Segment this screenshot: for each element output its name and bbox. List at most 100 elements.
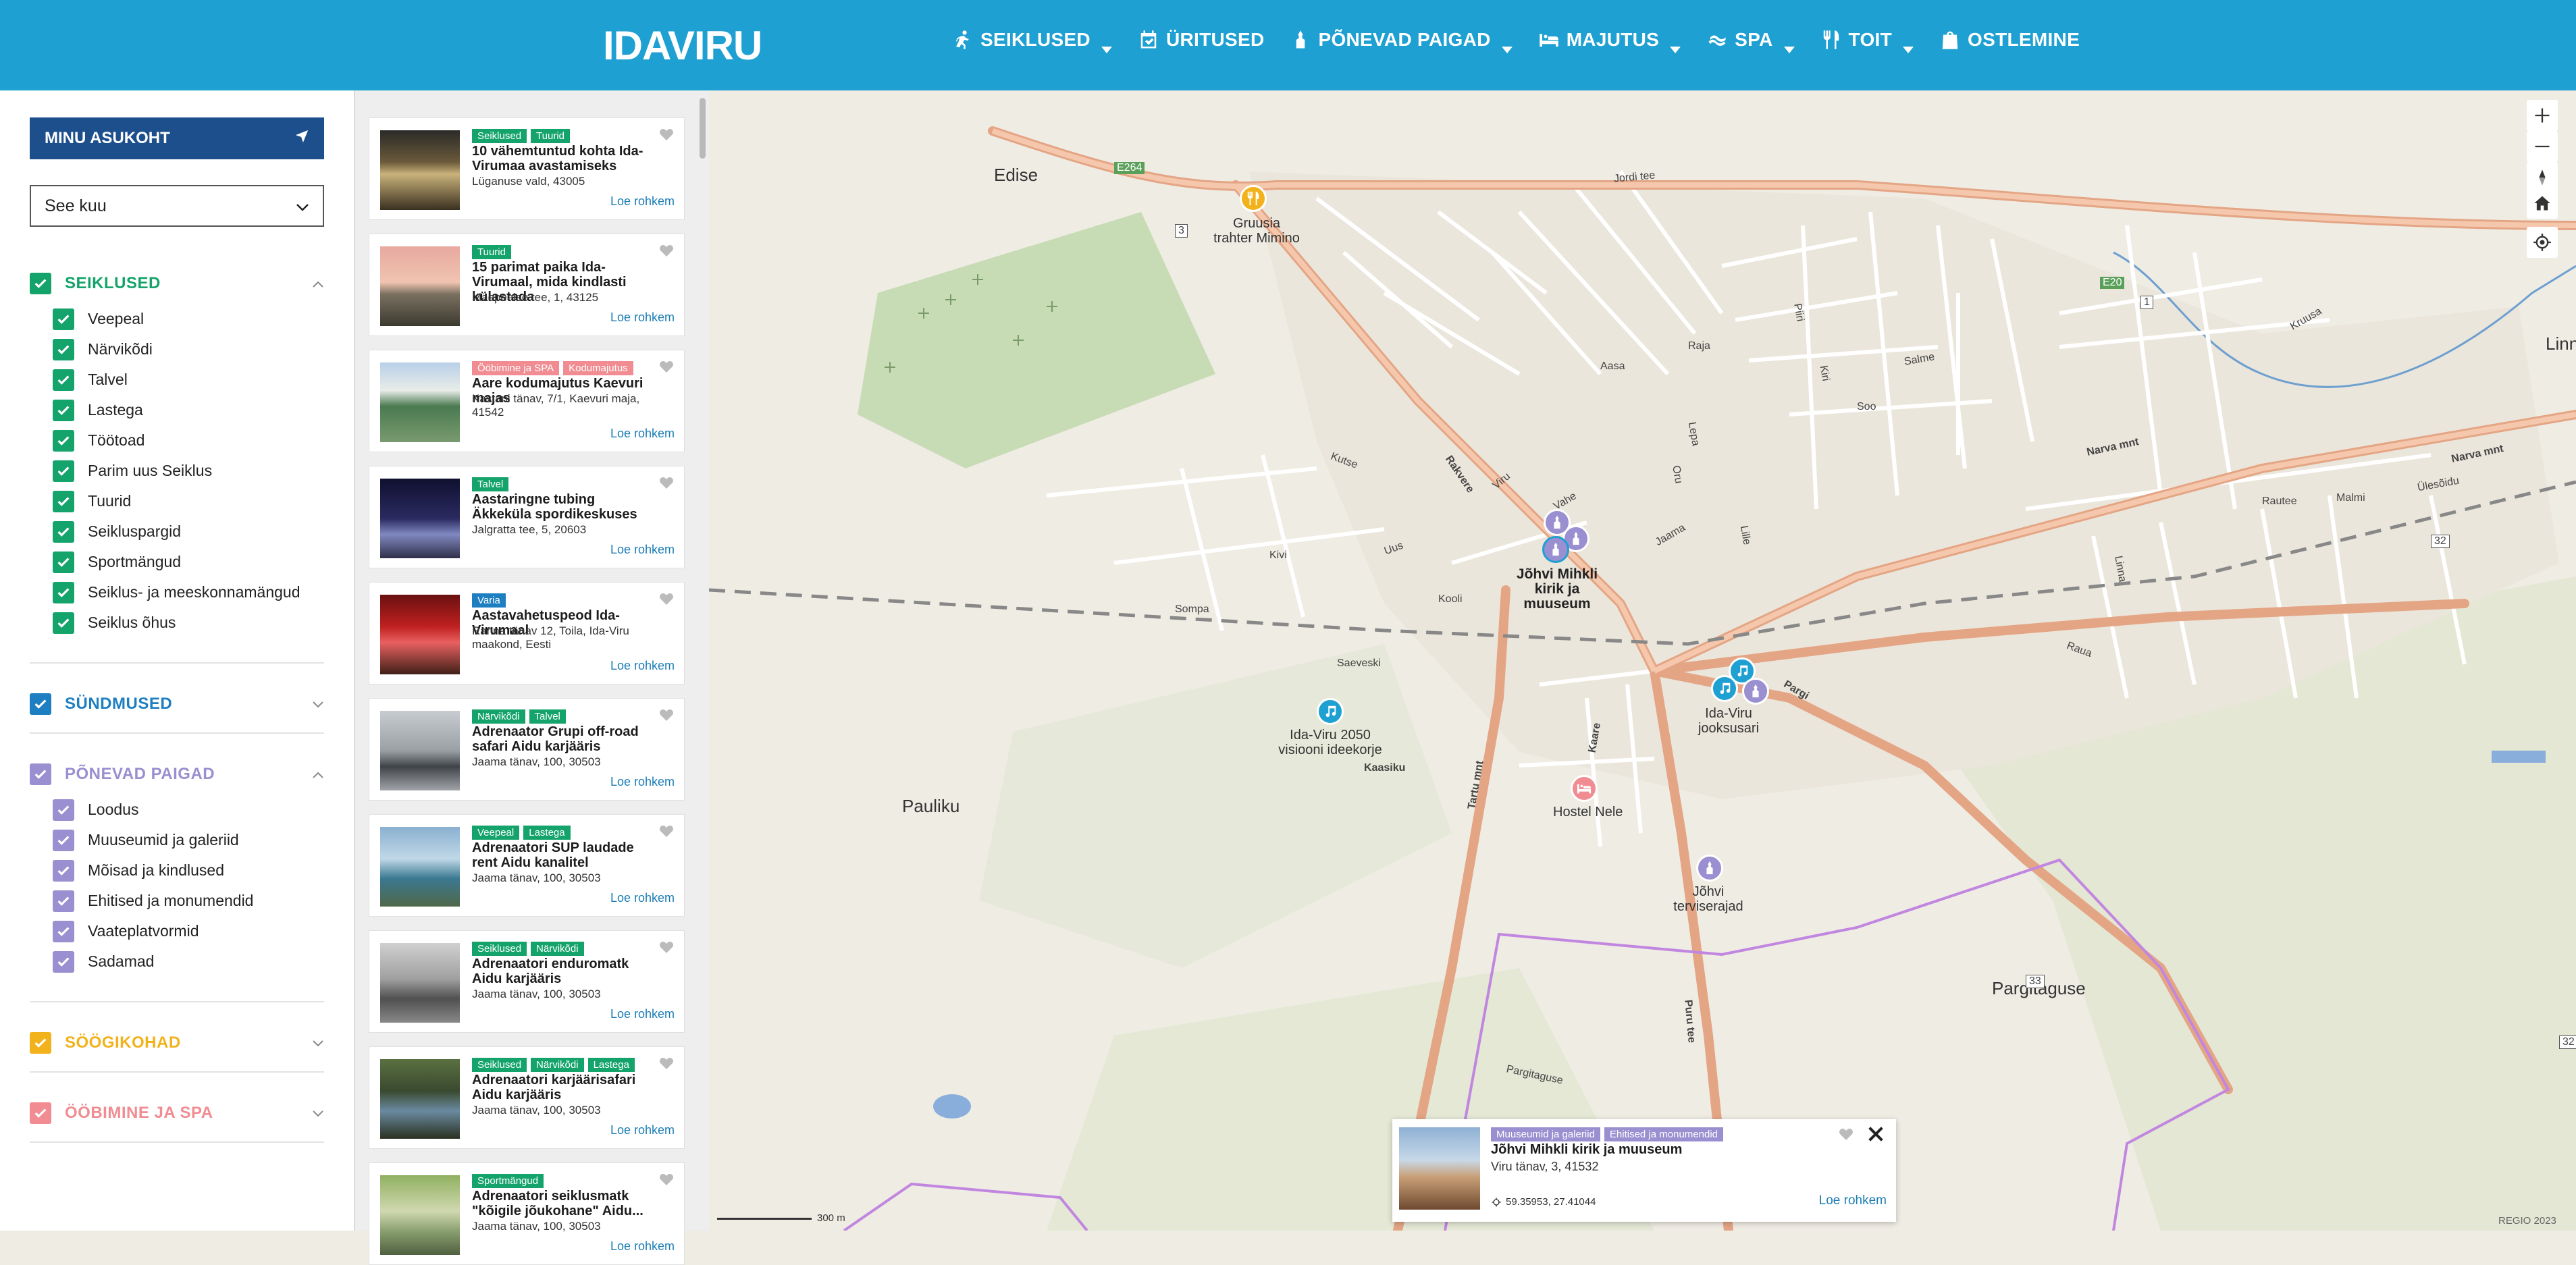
checkbox[interactable] (53, 460, 74, 482)
filter-option[interactable]: Sportmängud (53, 547, 324, 577)
date-range-select[interactable]: See kuu (30, 185, 324, 227)
card-title[interactable]: Adrenaatori enduromatk Aidu karjääris (472, 957, 654, 986)
read-more-link[interactable]: Loe rohkem (610, 659, 675, 673)
card-title[interactable]: Adrenaatori SUP laudade rent Aidu kanali… (472, 840, 654, 870)
site-logo[interactable]: IDAVIRU (603, 20, 762, 71)
checkbox[interactable] (53, 338, 74, 360)
read-more-link[interactable]: Loe rohkem (610, 1007, 675, 1021)
read-more-link[interactable]: Loe rohkem (610, 543, 675, 557)
chevron-up-icon[interactable] (312, 274, 324, 293)
filter-option[interactable]: Loodus (53, 795, 324, 825)
filter-option[interactable]: Muuseumid ja galeriid (53, 825, 324, 855)
checkbox[interactable] (30, 693, 51, 715)
result-card[interactable]: Seiklused Närvikõdi Lastega Adrenaatori kar… (369, 1046, 685, 1149)
poi-marker[interactable] (1696, 855, 1723, 882)
filter-group-header[interactable]: ÖÖBIMINE JA SPA (30, 1093, 324, 1133)
heart-icon[interactable] (658, 591, 675, 605)
checkbox[interactable] (53, 490, 74, 512)
result-card[interactable]: Närvikõdi Talvel Adrenaator Grupi off-road… (369, 698, 685, 801)
result-card[interactable]: Seiklused Tuurid 10 vähemtuntud kohta Ida-… (369, 117, 685, 220)
filter-option[interactable]: Parim uus Seiklus (53, 456, 324, 486)
read-more-link[interactable]: Loe rohkem (610, 775, 675, 789)
checkbox[interactable] (53, 950, 74, 973)
card-image[interactable] (380, 479, 460, 558)
checkbox[interactable] (30, 1032, 51, 1054)
filter-option[interactable]: Lastega (53, 395, 324, 425)
heart-icon[interactable] (658, 823, 675, 838)
filter-option[interactable]: Tuurid (53, 486, 324, 516)
filter-option[interactable]: Seikluspargid (53, 516, 324, 547)
zoom-in-button[interactable] (2527, 100, 2558, 131)
filter-option[interactable]: Vaateplatvormid (53, 916, 324, 946)
checkbox[interactable] (53, 551, 74, 573)
nav-spa[interactable]: SPA (1706, 29, 1795, 53)
checkbox[interactable] (53, 612, 74, 634)
card-image[interactable] (380, 1175, 460, 1255)
heart-icon[interactable] (658, 707, 675, 722)
filter-option[interactable]: Seiklus õhus (53, 608, 324, 638)
result-card[interactable]: Varia Aastavahetuspeod Ida-Virumaal Ranna … (369, 582, 685, 684)
card-title[interactable]: Adrenaatori seiklusmatk "kõigile jõukoha… (472, 1189, 654, 1218)
poi-marker[interactable] (1317, 698, 1344, 725)
read-more-link[interactable]: Loe rohkem (610, 891, 675, 905)
chevron-down-icon[interactable] (312, 1104, 324, 1123)
checkbox[interactable] (53, 399, 74, 421)
read-more-link[interactable]: Loe rohkem (610, 427, 675, 441)
read-more-link[interactable]: Loe rohkem (610, 194, 675, 209)
result-card[interactable]: Veepeal Lastega Adrenaatori SUP laudade re… (369, 814, 685, 917)
checkbox[interactable] (53, 369, 74, 391)
result-card[interactable]: Seiklused Närvikõdi Adrenaatori enduromatk… (369, 930, 685, 1033)
nav-toit[interactable]: TOIT (1820, 29, 1914, 53)
heart-icon[interactable] (658, 242, 675, 257)
chevron-down-icon[interactable] (312, 695, 324, 714)
checkbox[interactable] (30, 763, 51, 785)
result-card[interactable]: Tuurid 15 parimat paika Ida-Virumaal, mid… (369, 234, 685, 336)
filter-option[interactable]: Talvel (53, 365, 324, 395)
card-image[interactable] (380, 246, 460, 326)
close-icon[interactable] (1866, 1125, 1885, 1143)
checkbox[interactable] (53, 581, 74, 603)
zoom-out-button[interactable] (2527, 131, 2558, 162)
read-more-link[interactable]: Loe rohkem (610, 1123, 675, 1137)
heart-icon[interactable] (658, 939, 675, 954)
checkbox[interactable] (30, 273, 51, 294)
filter-option[interactable]: Sadamad (53, 946, 324, 977)
filter-group-header[interactable]: SÖÖGIKOHAD (30, 1023, 324, 1063)
heart-icon[interactable] (658, 358, 675, 373)
checkbox[interactable] (53, 799, 74, 821)
filter-option[interactable]: Mõisad ja kindlused (53, 855, 324, 886)
my-location-button[interactable]: MINU ASUKOHT (30, 117, 324, 159)
result-card[interactable]: Ööbimine ja SPA Kodumajutus Aare kodumajut… (369, 350, 685, 452)
card-image[interactable] (380, 711, 460, 790)
nav-ponevad-paigad[interactable]: PÕNEVAD PAIGAD (1290, 29, 1513, 53)
card-title[interactable]: 10 vähemtuntud kohta Ida-Virumaa avastam… (472, 144, 654, 173)
checkbox[interactable] (30, 1102, 51, 1124)
result-card[interactable]: Talvel Aastaringne tubing Äkkeküla spordi… (369, 466, 685, 568)
card-title[interactable]: Aastaringne tubing Äkkeküla spordikeskus… (472, 492, 654, 522)
poi-marker[interactable] (1240, 185, 1267, 212)
home-button[interactable] (2527, 188, 2558, 219)
poi-marker[interactable] (1742, 678, 1769, 705)
checkbox[interactable] (53, 308, 74, 330)
heart-icon[interactable] (658, 475, 675, 489)
nav-majutus[interactable]: MAJUTUS (1538, 29, 1681, 53)
checkbox[interactable] (53, 859, 74, 882)
list-scrollbar[interactable] (700, 98, 706, 159)
poi-marker[interactable] (1571, 775, 1598, 802)
heart-icon[interactable] (1838, 1126, 1854, 1141)
checkbox[interactable] (53, 520, 74, 543)
map-canvas[interactable]: Edise Pauliku Pargitaguse Linna Narva mn… (709, 90, 2576, 1231)
filter-option[interactable]: Töötoad (53, 425, 324, 456)
chevron-up-icon[interactable] (312, 765, 324, 784)
filter-group-header[interactable]: SÜNDMUSED (30, 684, 324, 724)
popup-read-more-link[interactable]: Loe rohkem (1819, 1193, 1887, 1208)
chevron-down-icon[interactable] (312, 1033, 324, 1052)
heart-icon[interactable] (658, 1171, 675, 1186)
card-title[interactable]: Adrenaator Grupi off-road safari Aidu ka… (472, 724, 654, 754)
nav-ostlemine[interactable]: OSTLEMINE (1939, 29, 2080, 51)
filter-option[interactable]: Seiklus- ja meeskonnamängud (53, 577, 324, 608)
card-title[interactable]: Adrenaatori karjäärisafari Aidu karjääri… (472, 1073, 654, 1102)
locate-me-button[interactable] (2527, 227, 2558, 258)
filter-group-header[interactable]: PÕNEVAD PAIGAD (30, 754, 324, 795)
poi-marker[interactable] (1711, 675, 1738, 702)
